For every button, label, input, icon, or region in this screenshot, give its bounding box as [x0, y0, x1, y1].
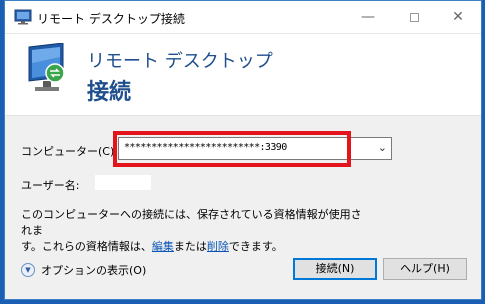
monitor-connection-icon [28, 43, 65, 91]
maximize-button[interactable] [391, 1, 437, 33]
chevron-down-circle-icon: ▼ [21, 263, 35, 277]
title-bar[interactable]: リモート デスクトップ接続 — ✕ [5, 1, 481, 34]
close-button[interactable]: ✕ [435, 1, 481, 33]
minimize-button[interactable]: — [345, 1, 391, 33]
help-button[interactable]: ヘルプ(H) [383, 258, 467, 280]
username-value [95, 175, 151, 190]
username-label: ユーザー名: [21, 179, 80, 192]
maximize-icon [409, 12, 419, 22]
highlight-annotation-box [113, 131, 351, 167]
minimize-icon: — [361, 9, 375, 25]
info-line-2-middle: または [173, 240, 207, 253]
remote-desktop-app-icon [14, 9, 32, 25]
info-line-2-prefix: す。これらの資格情報は、 [21, 240, 152, 253]
header-title-line2: 接続 [87, 80, 132, 105]
chevron-down-icon[interactable]: ⌄ [378, 141, 387, 154]
rdp-window: リモート デスクトップ接続 — ✕ リモート デスクトップ 接続 コンピューター… [4, 0, 482, 300]
edit-link[interactable]: 編集 [152, 240, 174, 253]
connect-button[interactable]: 接続(N) [293, 258, 377, 280]
header-title-line1: リモート デスクトップ [87, 51, 273, 72]
show-options-label: オプションの表示(O) [41, 264, 147, 277]
info-line-1: このコンピューターへの接続には、保存されている資格情報が使用されま [21, 208, 362, 237]
window-title: リモート デスクトップ接続 [37, 12, 185, 26]
show-options-toggle[interactable]: ▼ オプションの表示(O) [21, 262, 146, 278]
delete-link[interactable]: 削除 [207, 240, 229, 253]
banner-header: リモート デスクトップ 接続 [5, 34, 481, 116]
info-line-2: す。これらの資格情報は、編集または削除できます。 [21, 239, 371, 255]
close-icon: ✕ [452, 9, 464, 25]
computer-label: コンピューター(C): [21, 145, 118, 158]
info-line-2-suffix: できます。 [228, 240, 283, 253]
credentials-info-text: このコンピューターへの接続には、保存されている資格情報が使用されま す。これらの… [21, 207, 371, 255]
